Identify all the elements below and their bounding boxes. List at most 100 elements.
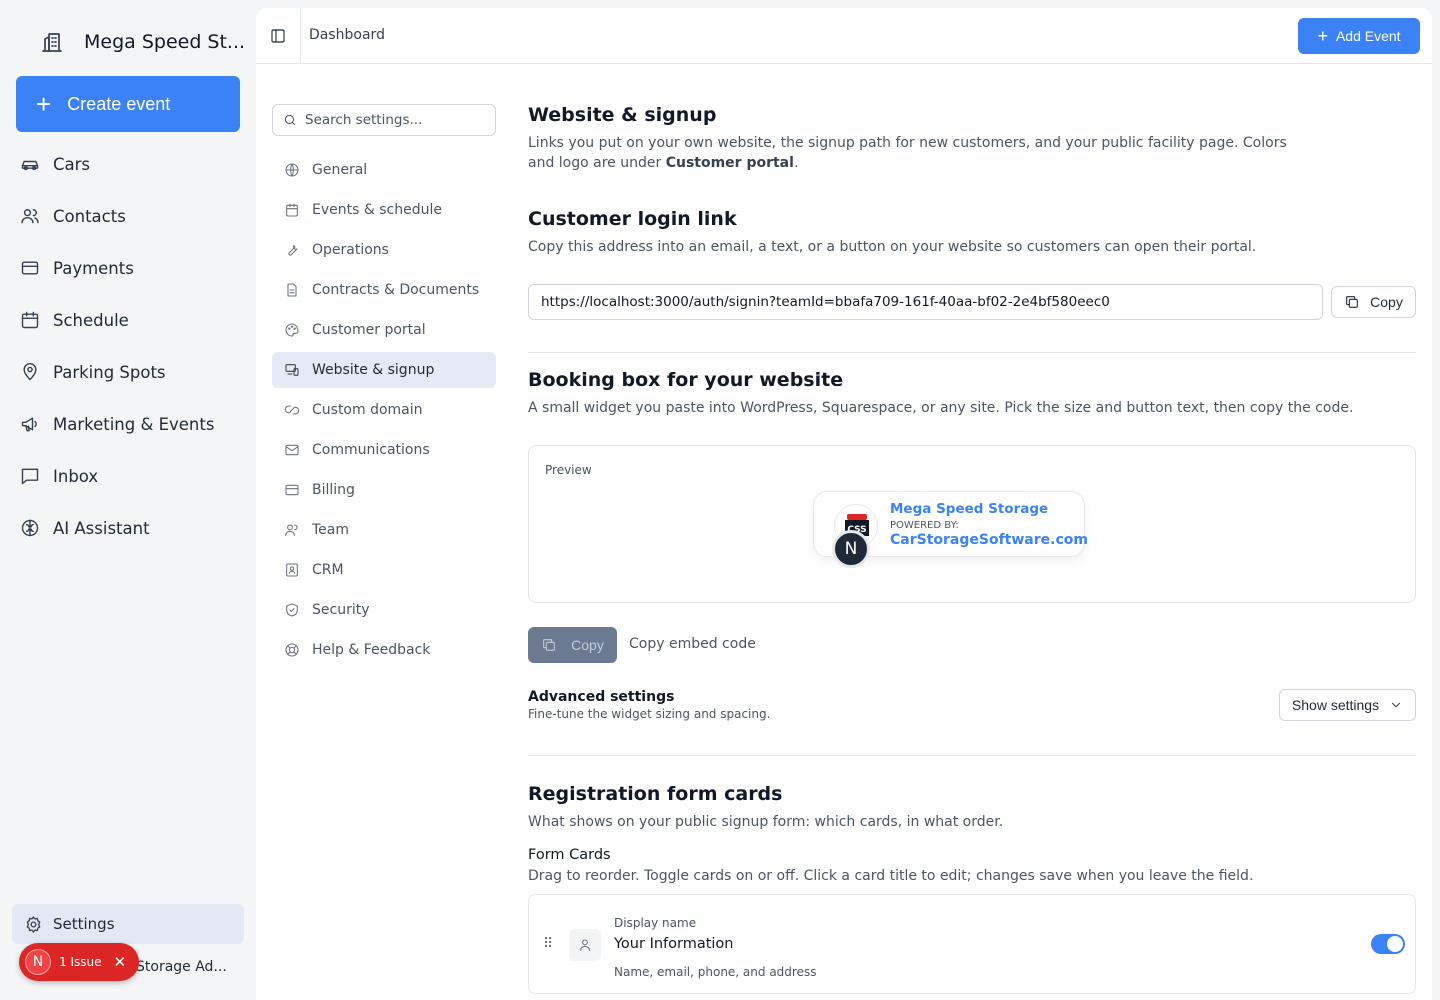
booking-widget[interactable]: CSS N Mega Speed Storage POWERED BY: Car… bbox=[813, 491, 1088, 568]
search-icon bbox=[283, 113, 297, 127]
advanced-settings-title: Advanced settings bbox=[528, 689, 675, 705]
gear-icon bbox=[24, 915, 43, 934]
app-sidebar: Mega Speed St... + Create event Cars Con… bbox=[0, 0, 256, 1000]
message-square-icon bbox=[20, 466, 40, 486]
sidebar-toggle-icon[interactable] bbox=[270, 28, 286, 44]
customer-portal-link[interactable]: Customer portal bbox=[666, 155, 794, 171]
car-icon bbox=[20, 154, 40, 174]
sidebar-item-cars[interactable]: Cars bbox=[20, 138, 214, 190]
credit-card-icon bbox=[284, 482, 300, 498]
sidebar-item-label: Cars bbox=[53, 154, 91, 174]
card-description: Name, email, phone, and address bbox=[614, 965, 817, 979]
copy-login-link-button[interactable]: Copy bbox=[1331, 286, 1416, 318]
settings-nav-label: Security bbox=[312, 602, 370, 618]
sidebar-item-contacts[interactable]: Contacts bbox=[20, 190, 214, 242]
booking-box-title: Booking box for your website bbox=[528, 369, 844, 391]
issue-avatar: N bbox=[25, 949, 51, 975]
account-name[interactable]: Storage Ad... bbox=[136, 959, 227, 975]
registration-title: Registration form cards bbox=[528, 783, 783, 805]
users-icon bbox=[284, 522, 300, 538]
settings-nav-contracts[interactable]: Contracts & Documents bbox=[272, 272, 496, 308]
display-name-label: Display name bbox=[614, 916, 697, 930]
sidebar-item-schedule[interactable]: Schedule bbox=[20, 294, 214, 346]
create-event-label: Create event bbox=[67, 93, 171, 114]
search-input[interactable] bbox=[305, 112, 485, 128]
card-enabled-toggle[interactable] bbox=[1371, 934, 1405, 954]
settings-nav: General Events & schedule Operations Con… bbox=[272, 152, 496, 672]
user-icon bbox=[569, 929, 601, 961]
card-title[interactable]: Your Information bbox=[614, 936, 734, 952]
settings-nav-crm[interactable]: CRM bbox=[272, 552, 496, 588]
sidebar-item-label: AI Assistant bbox=[53, 518, 150, 538]
form-cards-description: Drag to reorder. Toggle cards on or off.… bbox=[528, 868, 1254, 884]
brand-name: Mega Speed St... bbox=[84, 31, 246, 53]
sidebar-item-ai-assistant[interactable]: AI Assistant bbox=[20, 502, 214, 554]
settings-nav-billing[interactable]: Billing bbox=[272, 472, 496, 508]
add-event-button[interactable]: + Add Event bbox=[1298, 18, 1420, 54]
plus-icon: + bbox=[36, 89, 52, 119]
brand[interactable]: Mega Speed St... bbox=[40, 30, 245, 54]
settings-nav-custom-domain[interactable]: Custom domain bbox=[272, 392, 496, 428]
shield-icon bbox=[284, 602, 300, 618]
brain-icon bbox=[20, 518, 40, 538]
building-icon bbox=[40, 30, 64, 54]
link-icon bbox=[284, 402, 300, 418]
issue-label: 1 Issue bbox=[59, 955, 102, 969]
globe-icon bbox=[284, 162, 300, 178]
copy-embed-button[interactable]: Copy bbox=[528, 627, 617, 663]
settings-nav-label: Contracts & Documents bbox=[312, 282, 480, 298]
add-event-label: Add Event bbox=[1335, 28, 1401, 44]
sidebar-item-inbox[interactable]: Inbox bbox=[20, 450, 214, 502]
drag-handle-icon[interactable]: ⠿ bbox=[543, 937, 554, 951]
settings-nav-team[interactable]: Team bbox=[272, 512, 496, 548]
users-icon bbox=[20, 206, 40, 226]
settings-nav-events[interactable]: Events & schedule bbox=[272, 192, 496, 228]
settings-nav-customer-portal[interactable]: Customer portal bbox=[272, 312, 496, 348]
settings-nav-label: Events & schedule bbox=[312, 202, 442, 218]
map-pin-icon bbox=[20, 362, 40, 382]
show-settings-label: Show settings bbox=[1291, 697, 1380, 713]
widget-site-link[interactable]: CarStorageSoftware.com bbox=[890, 532, 1088, 548]
sidebar-item-label: Payments bbox=[53, 258, 134, 278]
settings-nav-security[interactable]: Security bbox=[272, 592, 496, 628]
palette-icon bbox=[284, 322, 300, 338]
devices-icon bbox=[284, 362, 300, 378]
settings-nav-website-signup[interactable]: Website & signup bbox=[272, 352, 496, 388]
issue-badge[interactable]: N 1 Issue ✕ bbox=[19, 943, 139, 981]
settings-nav-label: General bbox=[312, 162, 368, 178]
sidebar-item-label: Inbox bbox=[53, 466, 99, 486]
login-link-description: Copy this address into an email, a text,… bbox=[528, 239, 1257, 255]
preview-label: Preview bbox=[545, 463, 592, 477]
breadcrumb[interactable]: Dashboard bbox=[309, 27, 385, 43]
form-card[interactable]: ⠿ Display name Your Information Name, em… bbox=[528, 894, 1416, 994]
widget-preview: Preview CSS N Mega Speed Storage POWERED… bbox=[528, 445, 1416, 603]
sidebar-item-settings[interactable]: Settings bbox=[12, 904, 244, 944]
widget-avatar: N bbox=[832, 530, 870, 568]
divider bbox=[528, 755, 1416, 756]
sidebar-item-payments[interactable]: Payments bbox=[20, 242, 214, 294]
settings-nav-general[interactable]: General bbox=[272, 152, 496, 188]
settings-nav-help[interactable]: Help & Feedback bbox=[272, 632, 496, 668]
lifebuoy-icon bbox=[284, 642, 300, 658]
sidebar-item-parking-spots[interactable]: Parking Spots bbox=[20, 346, 214, 398]
settings-nav-label: Help & Feedback bbox=[312, 642, 431, 658]
sidebar-item-marketing[interactable]: Marketing & Events bbox=[20, 398, 214, 450]
widget-powered-by: POWERED BY: bbox=[890, 520, 959, 531]
chevron-down-icon bbox=[1389, 698, 1403, 712]
megaphone-icon bbox=[20, 414, 40, 434]
settings-nav-communications[interactable]: Communications bbox=[272, 432, 496, 468]
settings-search[interactable] bbox=[272, 104, 496, 136]
settings-nav-label: Billing bbox=[312, 482, 355, 498]
copy-icon bbox=[541, 637, 557, 653]
show-settings-button[interactable]: Show settings bbox=[1279, 689, 1416, 721]
settings-nav-operations[interactable]: Operations bbox=[272, 232, 496, 268]
sidebar-item-label: Contacts bbox=[53, 206, 126, 226]
create-event-button[interactable]: + Create event bbox=[16, 76, 240, 132]
settings-nav-label: Communications bbox=[312, 442, 430, 458]
copy-label: Copy bbox=[571, 637, 604, 653]
close-icon[interactable]: ✕ bbox=[113, 953, 126, 971]
sidebar-item-label: Schedule bbox=[53, 310, 129, 330]
plus-icon: + bbox=[1317, 25, 1328, 46]
settings-nav-label: Customer portal bbox=[312, 322, 426, 338]
login-url-field[interactable] bbox=[528, 284, 1323, 320]
